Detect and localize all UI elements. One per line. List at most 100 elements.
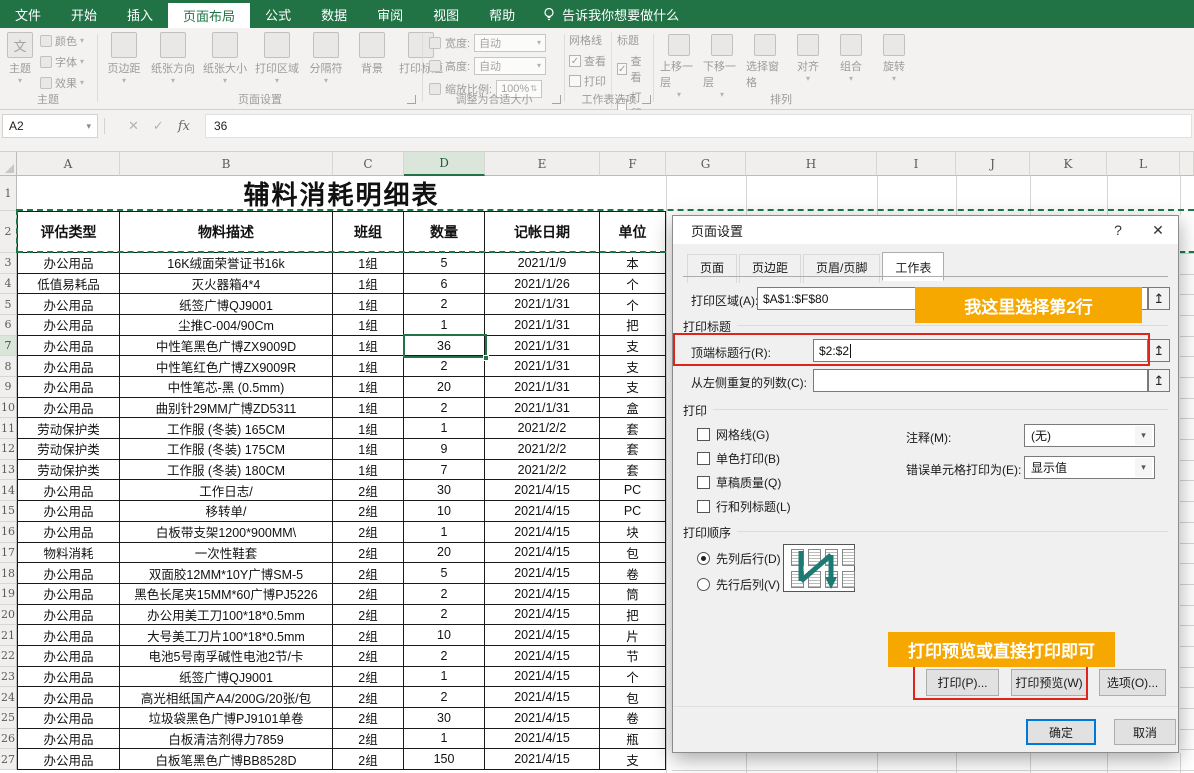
cell[interactable]: 套	[600, 439, 666, 460]
row-header-12[interactable]: 12	[0, 439, 17, 460]
cell[interactable]: 把	[600, 315, 666, 336]
row-header-4[interactable]: 4	[0, 274, 17, 295]
cell[interactable]: 1	[404, 522, 485, 543]
cell[interactable]: 20	[404, 377, 485, 398]
cell[interactable]: 劳动保护类	[17, 439, 120, 460]
cell[interactable]: 办公用品	[17, 625, 120, 646]
cell[interactable]: 2组	[333, 625, 404, 646]
column-header-F[interactable]: F	[600, 152, 666, 176]
cell[interactable]: 2021/4/15	[485, 667, 600, 688]
cell[interactable]: 尘推C-004/90Cm	[120, 315, 333, 336]
cell[interactable]: 10	[404, 501, 485, 522]
cell[interactable]: 2组	[333, 584, 404, 605]
cell[interactable]: 1组	[333, 315, 404, 336]
cell[interactable]: 2021/4/15	[485, 605, 600, 626]
cell[interactable]: 节	[600, 646, 666, 667]
select-all-corner[interactable]	[0, 152, 17, 176]
dialog-checkbox-单色打印(B)[interactable]: 单色打印(B)	[697, 450, 780, 467]
theme-item-字体[interactable]: 字体▾	[40, 54, 94, 70]
cell[interactable]: 2021/4/15	[485, 480, 600, 501]
cell[interactable]: 150	[404, 749, 485, 770]
cell[interactable]: 30	[404, 480, 485, 501]
comments-dropdown[interactable]: (无)▾	[1024, 424, 1155, 447]
cell[interactable]: 2	[404, 687, 485, 708]
cell[interactable]: 2021/4/15	[485, 522, 600, 543]
cell[interactable]: 办公用品	[17, 667, 120, 688]
dialog-checkbox-网格线(G)[interactable]: 网格线(G)	[697, 426, 769, 443]
cell[interactable]: 黑色长尾夹15MM*60广博PJ5226	[120, 584, 333, 605]
cell[interactable]: 中性笔芯-黑 (0.5mm)	[120, 377, 333, 398]
cell[interactable]: 工作服 (冬装) 175CM	[120, 439, 333, 460]
cell[interactable]: 白板带支架1200*900MM\	[120, 522, 333, 543]
theme-item-效果[interactable]: 效果▾	[40, 75, 94, 91]
cell[interactable]: 10	[404, 625, 485, 646]
row-header-22[interactable]: 22	[0, 646, 17, 667]
fit-width-select[interactable]: 自动▾	[474, 34, 546, 52]
cell[interactable]: 物料消耗	[17, 543, 120, 564]
cell[interactable]: 5	[404, 563, 485, 584]
cell[interactable]: 支	[600, 336, 666, 357]
cell[interactable]: 纸签广博QJ9001	[120, 294, 333, 315]
page-setup-button-分隔符[interactable]: 分隔符▾	[306, 32, 346, 84]
arrange-button-选择窗格[interactable]: 选择窗格	[746, 34, 784, 90]
cell[interactable]: 个	[600, 294, 666, 315]
cell[interactable]: 劳动保护类	[17, 418, 120, 439]
print-button[interactable]: 打印(P)...	[926, 669, 999, 696]
row-header-13[interactable]: 13	[0, 460, 17, 481]
cell[interactable]: 包	[600, 687, 666, 708]
cell[interactable]: 1组	[333, 336, 404, 357]
page-setup-button-纸张大小[interactable]: 纸张大小▾	[202, 32, 248, 84]
header-cell[interactable]: 物料描述	[120, 211, 333, 253]
cell[interactable]: 6	[404, 274, 485, 295]
ribbon-tab-开始[interactable]: 开始	[56, 0, 112, 28]
row-header-7[interactable]: 7	[0, 336, 17, 357]
cell[interactable]: 2组	[333, 605, 404, 626]
cell[interactable]: 盒	[600, 398, 666, 419]
cell[interactable]: 办公用品	[17, 356, 120, 377]
cell[interactable]: 中性笔红色广博ZX9009R	[120, 356, 333, 377]
cell[interactable]: 大号美工刀片100*18*0.5mm	[120, 625, 333, 646]
row-header-19[interactable]: 19	[0, 584, 17, 605]
cell[interactable]: 办公用品	[17, 336, 120, 357]
cell[interactable]: 套	[600, 418, 666, 439]
cell[interactable]: 2	[404, 356, 485, 377]
cell[interactable]: 1	[404, 667, 485, 688]
sheet-options-dialog-launcher[interactable]	[642, 95, 651, 104]
page-setup-button-打印区域[interactable]: 打印区域▾	[254, 32, 300, 84]
column-header-G[interactable]: G	[666, 152, 746, 176]
radio-over-then-down[interactable]: 先行后列(V)	[697, 576, 780, 593]
cell[interactable]: 支	[600, 749, 666, 770]
cell[interactable]: 工作服 (冬装) 180CM	[120, 460, 333, 481]
tell-me-box[interactable]: 告诉我你想要做什么	[530, 0, 691, 28]
ribbon-tab-公式[interactable]: 公式	[250, 0, 306, 28]
cell[interactable]: 30	[404, 708, 485, 729]
page-setup-dialog-launcher[interactable]	[407, 95, 416, 104]
cancel-icon[interactable]: ✕	[128, 118, 139, 134]
cell[interactable]: 办公用品	[17, 398, 120, 419]
cell[interactable]: 办公用品	[17, 501, 120, 522]
ribbon-tab-数据[interactable]: 数据	[306, 0, 362, 28]
cell[interactable]: 2组	[333, 687, 404, 708]
cell[interactable]: 低值易耗品	[17, 274, 120, 295]
dialog-tab-页面[interactable]: 页面	[687, 254, 737, 283]
row-header-16[interactable]: 16	[0, 522, 17, 543]
row-header-3[interactable]: 3	[0, 253, 17, 274]
print-preview-button[interactable]: 打印预览(W)	[1011, 669, 1087, 696]
cell[interactable]: 2021/4/15	[485, 543, 600, 564]
gridlines-print-checkbox[interactable]: 打印	[569, 73, 607, 89]
cell[interactable]: 垃圾袋黑色广博PJ9101单卷	[120, 708, 333, 729]
cell[interactable]: 一次性鞋套	[120, 543, 333, 564]
row-header-14[interactable]: 14	[0, 480, 17, 501]
collapse-dialog-button-title-row[interactable]: ↥	[1148, 339, 1170, 362]
cell[interactable]: 2021/1/26	[485, 274, 600, 295]
cell[interactable]: 1组	[333, 439, 404, 460]
fx-icon[interactable]: fx	[178, 119, 190, 134]
column-header-A[interactable]: A	[17, 152, 120, 176]
cell[interactable]: 2021/4/15	[485, 646, 600, 667]
row-header-24[interactable]: 24	[0, 687, 17, 708]
collapse-dialog-button-left-columns[interactable]: ↥	[1148, 369, 1170, 392]
cell[interactable]: 1组	[333, 294, 404, 315]
header-cell[interactable]: 记帐日期	[485, 211, 600, 253]
cell[interactable]: 2021/2/2	[485, 418, 600, 439]
name-box-dropdown-icon[interactable]: ▾	[86, 123, 91, 129]
